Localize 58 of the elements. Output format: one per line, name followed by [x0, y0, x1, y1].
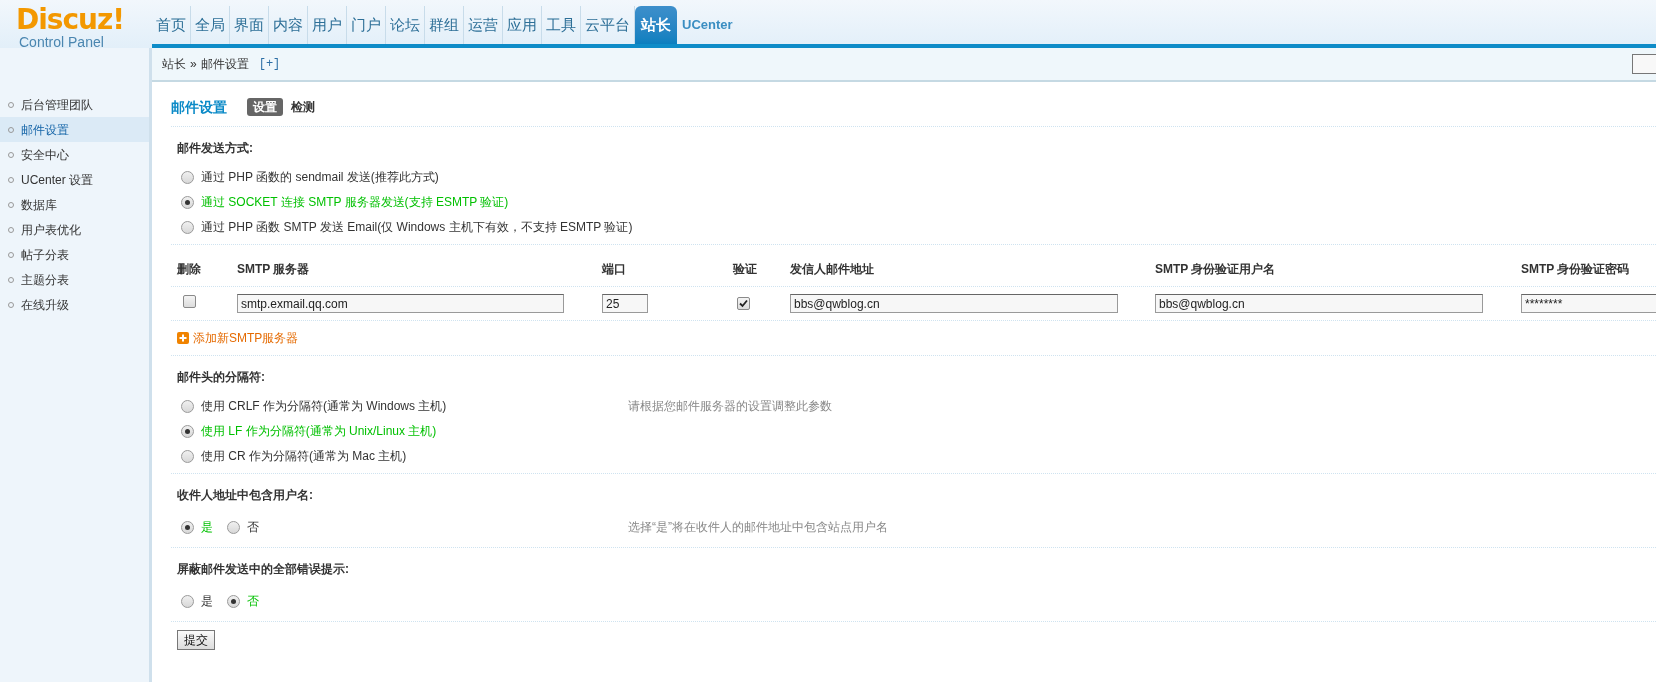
search-field[interactable] — [1632, 54, 1656, 74]
column-header: 删除 — [177, 261, 201, 276]
radio-button[interactable] — [181, 170, 194, 184]
page-title: 邮件设置 — [171, 97, 227, 117]
radio-button[interactable] — [181, 424, 194, 438]
submit-button[interactable]: 提交 — [177, 630, 215, 650]
section-title: 邮件头的分隔符: — [177, 369, 265, 386]
radio-button[interactable] — [181, 594, 194, 608]
section-title: 屏蔽邮件发送中的全部错误提示: — [177, 561, 349, 578]
breadcrumb-item[interactable]: 站长 — [162, 55, 186, 73]
radio-button[interactable] — [181, 220, 194, 234]
page-tab[interactable]: 检测 — [289, 98, 317, 116]
sidebar-item[interactable]: UCenter 设置 — [0, 167, 149, 192]
sidebar-item[interactable]: 用户表优化 — [0, 217, 149, 242]
breadcrumb-separator: » — [190, 56, 197, 73]
add-link[interactable]: [+] — [258, 55, 281, 73]
column-header: SMTP 身份验证密码 — [1521, 261, 1630, 276]
server-field[interactable]: smtp.exmail.qq.com — [237, 294, 564, 313]
sidebar-item[interactable]: 数据库 — [0, 192, 149, 217]
option-label[interactable]: 通过 PHP 函数 SMTP 发送 Email(仅 Windows 主机下有效，不支持 ESMTP 验证) — [201, 218, 633, 236]
hint-text: 请根据您邮件服务器的设置调整此参数 — [628, 398, 832, 415]
option-label[interactable]: 否 — [247, 518, 259, 536]
checkbox[interactable] — [183, 294, 196, 308]
port-field[interactable]: 25 — [602, 294, 648, 313]
section-title: 收件人地址中包含用户名: — [177, 487, 313, 504]
column-header: SMTP 身份验证用户名 — [1155, 261, 1276, 276]
radio-button[interactable] — [181, 399, 194, 413]
password-field[interactable]: ******** — [1521, 294, 1656, 313]
username-field[interactable]: bbs@qwblog.cn — [1155, 294, 1483, 313]
option-label[interactable]: 使用 CRLF 作为分隔符(通常为 Windows 主机) — [201, 397, 447, 415]
option-label[interactable]: 是 — [201, 592, 213, 610]
logo-text: Discuz! — [16, 6, 126, 34]
sidebar-item[interactable]: 后台管理团队 — [0, 92, 149, 117]
radio-button[interactable] — [181, 520, 194, 534]
column-header: 端口 — [602, 261, 626, 276]
radio-button[interactable] — [227, 520, 240, 534]
option-label[interactable]: 通过 PHP 函数的 sendmail 发送(推荐此方式) — [201, 168, 439, 186]
sidebar-item[interactable]: 邮件设置 — [0, 117, 149, 142]
sidebar-item[interactable]: 帖子分表 — [0, 242, 149, 267]
nav-tab[interactable]: 站长 — [635, 6, 677, 44]
page-tab[interactable]: 设置 — [247, 98, 283, 116]
column-header: SMTP 服务器 — [237, 261, 310, 276]
radio-button[interactable] — [181, 449, 194, 463]
sidebar-item[interactable]: 安全中心 — [0, 142, 149, 167]
hint-text: 选择“是”将在收件人的邮件地址中包含站点用户名 — [628, 519, 888, 536]
radio-button[interactable] — [227, 594, 240, 608]
column-header: 发信人邮件地址 — [790, 261, 874, 276]
column-header: 验证 — [733, 261, 757, 276]
plus-icon — [177, 332, 189, 344]
logo-subtitle: Control Panel — [18, 34, 105, 50]
sender-field[interactable]: bbs@qwblog.cn — [790, 294, 1118, 313]
breadcrumb-item[interactable]: 邮件设置 — [200, 55, 249, 73]
sidebar-item[interactable]: 主题分表 — [0, 267, 149, 292]
section-title: 邮件发送方式: — [177, 140, 253, 157]
radio-button[interactable] — [181, 195, 194, 209]
checkbox[interactable] — [737, 296, 750, 310]
sidebar-item[interactable]: 在线升级 — [0, 292, 149, 317]
option-label[interactable]: 使用 CR 作为分隔符(通常为 Mac 主机) — [201, 447, 407, 465]
